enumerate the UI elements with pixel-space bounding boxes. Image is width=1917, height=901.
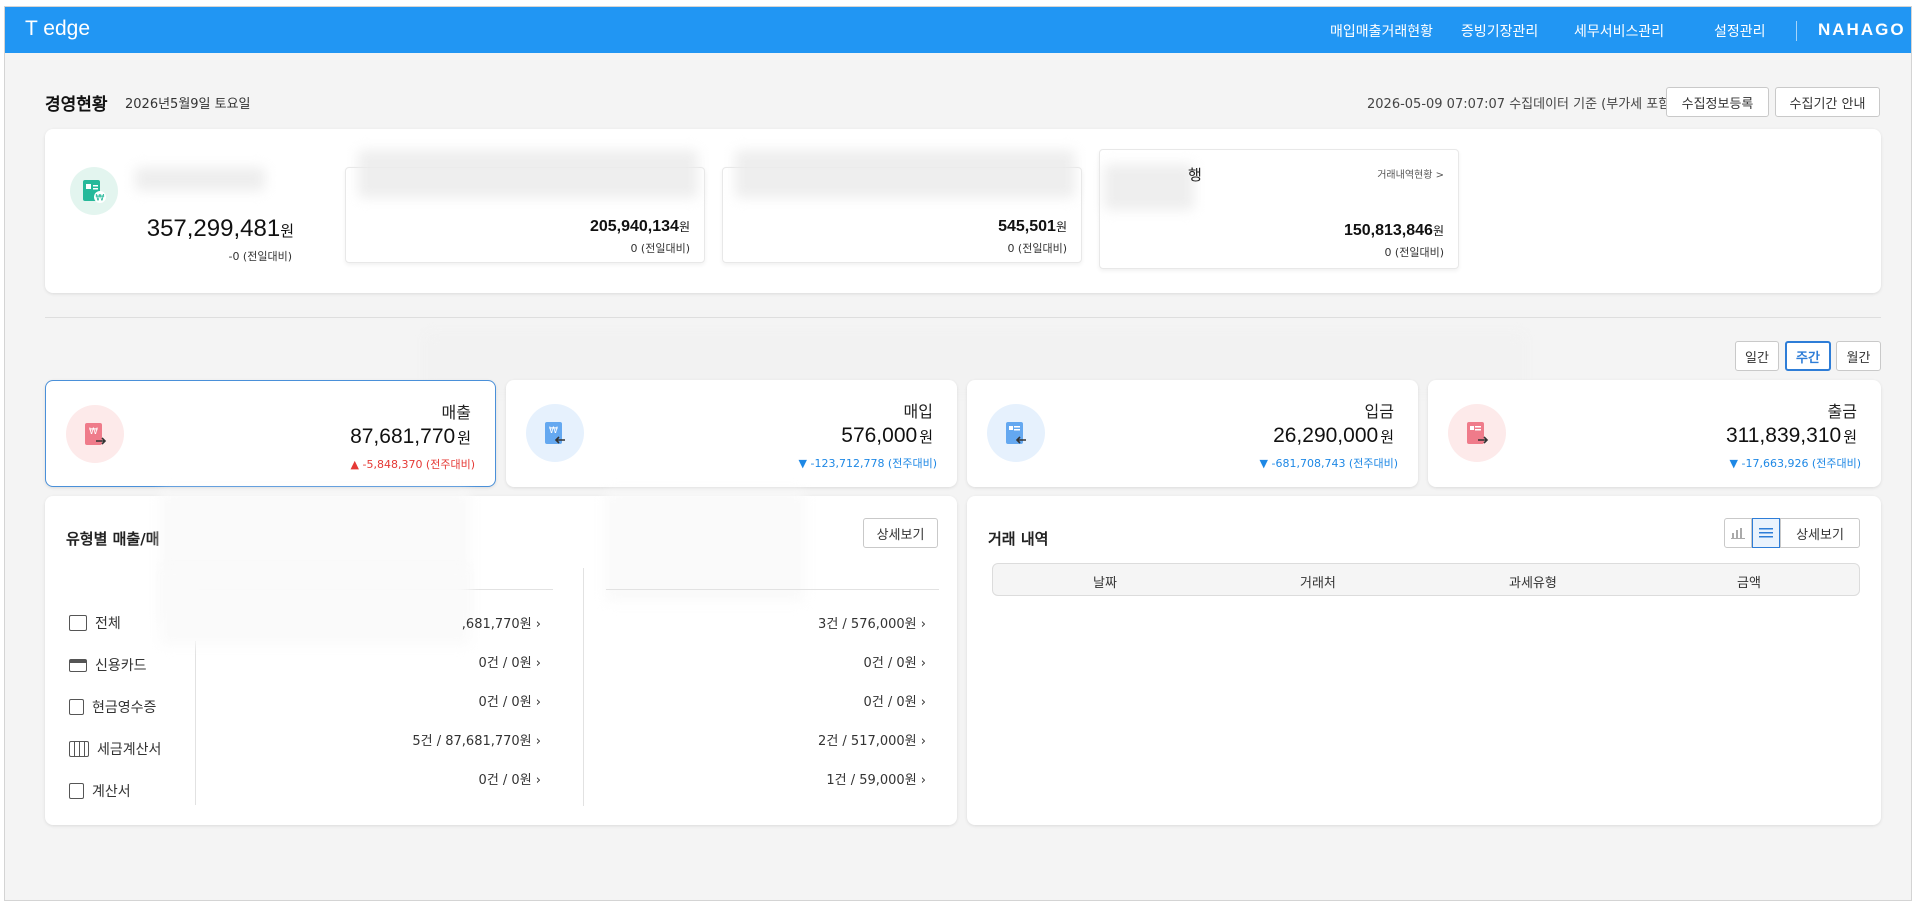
nav-tax-service[interactable]: 세무서비스관리 xyxy=(1574,21,1664,41)
sales-tax-invoice-value[interactable]: 5건 / 87,681,770원 › xyxy=(412,730,541,749)
total-balance-value: 357,299,481원 xyxy=(146,215,294,242)
redacted-company-name xyxy=(135,167,265,191)
sales-credit-card-value[interactable]: 0건 / 0원 › xyxy=(479,652,541,671)
account-1-value: 205,940,134원 xyxy=(589,218,690,235)
transaction-history-link[interactable]: 거래내역현황 > xyxy=(1377,166,1444,181)
purchase-icon: ₩ xyxy=(526,404,584,462)
redacted-total-sales xyxy=(160,567,470,645)
chart-view-toggle[interactable] xyxy=(1724,518,1752,548)
nahago-logo[interactable]: NAHAGO xyxy=(1818,20,1906,40)
app-frame: T edge 매입매출거래현황 증빙기장관리 세무서비스관리 설정관리 NAHA… xyxy=(4,6,1912,901)
deposit-label: 입금 xyxy=(1364,402,1394,421)
top-navbar: T edge 매입매출거래현황 증빙기장관리 세무서비스관리 설정관리 NAHA… xyxy=(5,7,1911,53)
svg-text:₩: ₩ xyxy=(549,426,558,436)
purchase-invoice-value[interactable]: 1건 / 59,000원 › xyxy=(826,769,926,788)
account-card-1[interactable]: 205,940,134원 0 (전일대비) xyxy=(345,150,705,263)
account-2-value: 545,501원 xyxy=(998,218,1067,235)
purchase-cash-receipt-value[interactable]: 0건 / 0원 › xyxy=(864,691,926,710)
credit-card-icon xyxy=(69,658,87,672)
wallet-icon: ₩ xyxy=(70,167,118,215)
column-tax-type: 과세유형 xyxy=(1509,576,1557,591)
column-amount: 금액 xyxy=(1737,576,1761,591)
svg-text:₩: ₩ xyxy=(96,194,105,204)
deposit-value: 26,290,000 원 xyxy=(1273,424,1394,447)
section-divider xyxy=(45,317,1881,318)
sales-label: 매출 xyxy=(441,403,471,422)
sales-change: ▲ -5,848,370 (전주대비) xyxy=(350,458,475,471)
sales-cash-receipt-value[interactable]: 0건 / 0원 › xyxy=(479,691,541,710)
purchase-tax-invoice-value[interactable]: 2건 / 517,000원 › xyxy=(818,730,926,749)
nav-evidence-bookkeeping[interactable]: 증빙기장관리 xyxy=(1461,21,1538,41)
sales-all-value[interactable]: ,681,770원 › xyxy=(462,613,541,632)
column-date: 날짜 xyxy=(1093,576,1117,591)
bar-chart-icon xyxy=(1731,528,1745,539)
purchase-change: ▼ -123,712,778 (전주대비) xyxy=(798,457,937,470)
transaction-table-header: 날짜 거래처 과세유형 금액 xyxy=(992,563,1860,596)
nav-divider xyxy=(1796,21,1797,41)
nav-settings[interactable]: 설정관리 xyxy=(1714,21,1766,41)
column-client: 거래처 xyxy=(1300,576,1336,591)
type-row-tax-invoice[interactable]: 세금계산서 xyxy=(69,739,161,759)
sales-value: 87,681,770 원 xyxy=(350,425,471,448)
list-view-toggle[interactable] xyxy=(1752,518,1780,548)
type-panel-title: 유형별 매출/매 xyxy=(66,530,160,548)
tax-invoice-icon xyxy=(69,741,89,757)
account-1-change: 0 (전일대비) xyxy=(630,242,690,255)
purchase-credit-card-value[interactable]: 0건 / 0원 › xyxy=(864,652,926,671)
tab-weekly[interactable]: 주간 xyxy=(1785,341,1831,371)
redacted-account-name-3 xyxy=(1104,164,1194,210)
page-date: 2026년5월9일 토요일 xyxy=(125,97,251,112)
type-row-credit-card[interactable]: 신용카드 xyxy=(69,655,147,675)
transaction-panel-title: 거래 내역 xyxy=(988,530,1049,548)
type-row-all[interactable]: 전체 xyxy=(69,613,121,633)
sales-stat-card[interactable]: ₩ 매출 87,681,770 원 ▲ -5,848,370 (전주대비) xyxy=(45,380,496,487)
purchase-col-rule xyxy=(606,589,939,590)
type-row-invoice[interactable]: 계산서 xyxy=(69,781,131,801)
transaction-detail-button[interactable]: 상세보기 xyxy=(1780,518,1860,548)
account-card-3[interactable]: 행 거래내역현황 > 150,813,846원 0 (전일대비) xyxy=(1099,149,1459,269)
account-3-value: 150,813,846원 xyxy=(1343,222,1444,239)
nav-sales-purchase-status[interactable]: 매입매출거래현황 xyxy=(1330,21,1433,41)
account-card-2[interactable]: 545,501원 0 (전일대비) xyxy=(722,150,1082,263)
register-collection-button[interactable]: 수집정보등록 xyxy=(1666,87,1769,117)
purchase-all-value[interactable]: 3건 / 576,000원 › xyxy=(818,613,926,632)
account-3-name-visible: 행 xyxy=(1188,166,1202,184)
collect-info-text: 2026-05-09 07:07:07 수집데이터 기준 (부가세 포함) xyxy=(1367,97,1676,112)
collection-period-guide-button[interactable]: 수집기간 안내 xyxy=(1775,87,1880,117)
redacted-account-name-2 xyxy=(735,150,1075,198)
withdrawal-value: 311,839,310 원 xyxy=(1725,424,1857,447)
withdrawal-icon xyxy=(1448,404,1506,462)
sales-invoice-value[interactable]: 0건 / 0원 › xyxy=(479,769,541,788)
left-divider xyxy=(195,641,196,805)
balance-summary-card: ₩ 357,299,481원 -0 (전일대비) 205,940,134원 0 … xyxy=(45,129,1881,293)
middle-divider xyxy=(583,568,584,806)
withdrawal-label: 출금 xyxy=(1827,402,1857,421)
list-icon xyxy=(1759,528,1773,538)
account-2-change: 0 (전일대비) xyxy=(1007,242,1067,255)
purchase-value: 576,000 원 xyxy=(841,424,933,447)
clipboard-icon xyxy=(69,615,87,631)
receipt-icon xyxy=(69,699,84,715)
tab-monthly[interactable]: 월간 xyxy=(1836,341,1881,371)
purchase-stat-card[interactable]: ₩ 매입 576,000 원 ▼ -123,712,778 (전주대비) xyxy=(506,380,957,487)
purchase-label: 매입 xyxy=(903,402,933,421)
invoice-icon xyxy=(69,783,84,799)
type-detail-button[interactable]: 상세보기 xyxy=(863,518,938,548)
withdrawal-stat-card[interactable]: 출금 311,839,310 원 ▼ -17,663,926 (전주대비) xyxy=(1428,380,1881,487)
deposit-stat-card[interactable]: 입금 26,290,000 원 ▼ -681,708,743 (전주대비) xyxy=(967,380,1418,487)
redacted-account-name-1 xyxy=(358,150,698,198)
account-3-change: 0 (전일대비) xyxy=(1384,246,1444,259)
total-balance-change: -0 (전일대비) xyxy=(228,250,292,263)
tab-daily[interactable]: 일간 xyxy=(1735,341,1779,371)
brand-title[interactable]: T edge xyxy=(25,17,90,41)
redacted-header-right xyxy=(605,492,805,602)
type-row-cash-receipt[interactable]: 현금영수증 xyxy=(69,697,156,717)
deposit-icon xyxy=(987,404,1045,462)
sales-icon: ₩ xyxy=(66,405,124,463)
deposit-change: ▼ -681,708,743 (전주대비) xyxy=(1259,457,1398,470)
withdrawal-change: ▼ -17,663,926 (전주대비) xyxy=(1729,457,1861,470)
svg-text:₩: ₩ xyxy=(89,427,98,437)
page-title: 경영현황 xyxy=(45,95,108,115)
